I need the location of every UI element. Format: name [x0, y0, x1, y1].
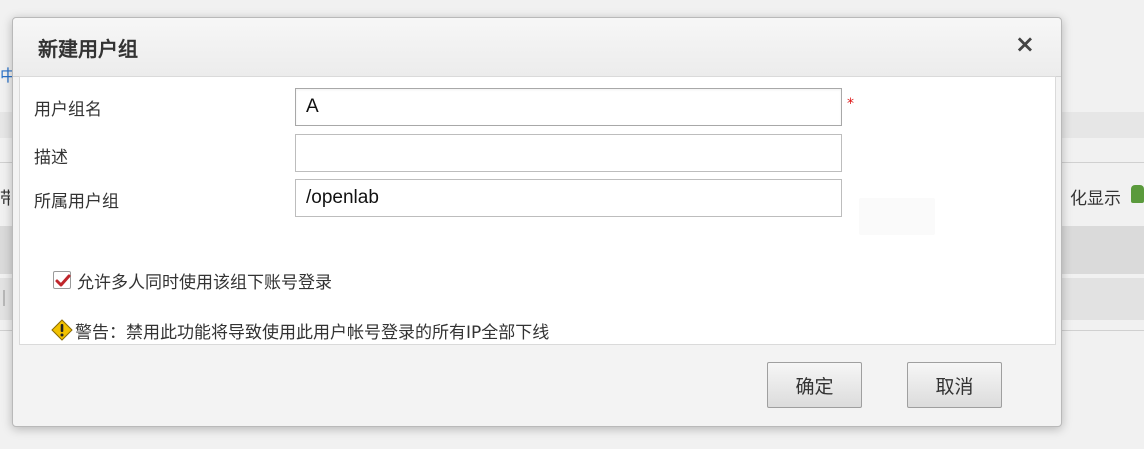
group-name-input[interactable] — [295, 88, 842, 126]
parent-group-label: 所属用户组 — [34, 192, 119, 212]
warning-icon — [51, 319, 73, 341]
group-name-label: 用户组名 — [34, 100, 102, 120]
leaf-icon[interactable] — [1131, 185, 1144, 203]
background-link-fragment[interactable]: 中 — [0, 62, 12, 86]
dialog-footer: 确定 取消 — [13, 345, 1061, 427]
close-icon[interactable]: × — [1015, 32, 1035, 56]
dialog-title: 新建用户组 — [38, 37, 138, 61]
new-user-group-dialog: 新建用户组 × 用户组名 * 描述 所属用户组 允许多人同时使用该组下账号登录 — [12, 17, 1062, 427]
background-column-separator — [3, 290, 5, 306]
background-display-option[interactable]: 化显示 — [1070, 184, 1121, 209]
required-marker: * — [847, 96, 854, 112]
confirm-button[interactable]: 确定 — [767, 362, 862, 408]
allow-multi-login-checkbox[interactable]: 允许多人同时使用该组下账号登录 — [53, 267, 332, 293]
description-label: 描述 — [34, 148, 68, 168]
warning-text: 警告：禁用此功能将导致使用此用户帐号登录的所有IP全部下线 — [75, 322, 550, 343]
parent-group-input[interactable] — [295, 179, 842, 217]
dialog-header: 新建用户组 × — [13, 18, 1061, 77]
dialog-body: 用户组名 * 描述 所属用户组 允许多人同时使用该组下账号登录 — [19, 76, 1056, 345]
allow-multi-login-label: 允许多人同时使用该组下账号登录 — [77, 272, 332, 293]
description-input[interactable] — [295, 134, 842, 172]
checkbox-checked-icon[interactable] — [53, 271, 71, 289]
background-text-fragment: 带 — [0, 189, 10, 209]
warning-message: 警告：禁用此功能将导致使用此用户帐号登录的所有IP全部下线 — [51, 318, 550, 343]
select-group-button[interactable] — [859, 198, 935, 235]
cancel-button[interactable]: 取消 — [907, 362, 1002, 408]
